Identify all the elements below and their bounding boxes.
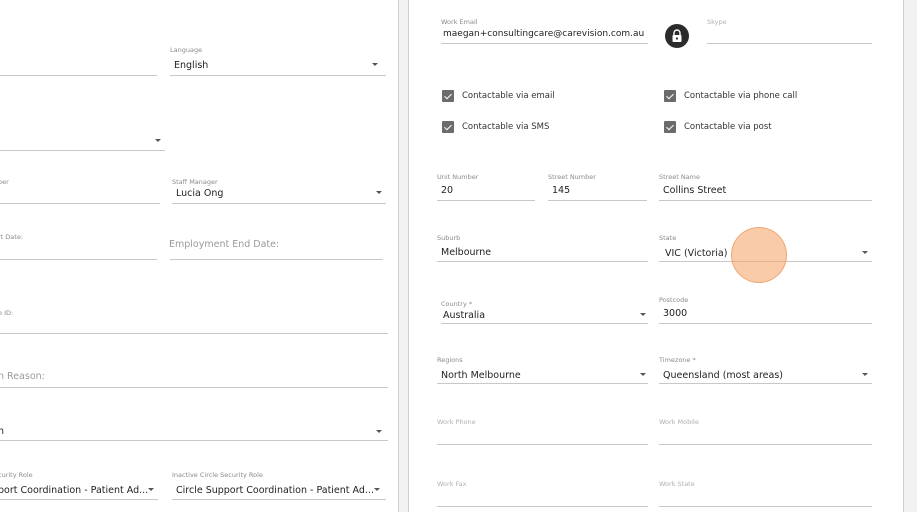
state-label: State [659,234,677,242]
right-form-panel: Work Email maegan+consultingcare@carevis… [408,0,904,512]
contactable-post-checkbox[interactable] [664,121,676,133]
street-name-label: Street Name [659,173,700,181]
work-email-label: Work Email [441,18,478,26]
security-role-select[interactable]: curity Role port Coordination - Patient … [0,471,158,500]
lock-button[interactable] [665,24,689,48]
work-fax-field[interactable]: Work Fax [437,480,648,507]
contactable-email-checkbox[interactable] [442,90,454,102]
street-name-field[interactable]: Street Name Collins Street [659,173,872,201]
postcode-value: 3000 [663,308,688,319]
street-number-field[interactable]: Street Number 145 [548,173,647,201]
security-role-value: port Coordination - Patient Ad... [0,485,149,496]
id-field[interactable]: e ID: [0,309,388,334]
chevron-down-icon [376,191,382,194]
country-value: Australia [443,310,486,321]
skype-field[interactable]: Skype [707,18,872,44]
suburb-value: Melbourne [441,247,492,258]
skype-label: Skype [707,18,727,26]
timezone-value: Queensland (most areas) [663,370,783,381]
reason-field[interactable]: n Reason: [0,368,388,388]
language-select[interactable]: Language English [170,46,386,76]
security-role-label: curity Role [0,471,33,479]
state-value: VIC (Victoria) [665,248,728,259]
country-label: Country * [441,300,473,308]
suburb-field[interactable]: Suburb Melbourne [437,234,648,262]
postcode-label: Postcode [659,296,689,304]
chevron-down-icon [862,373,868,376]
cursor-highlight [731,227,787,283]
lock-icon [672,29,682,42]
top-left-field[interactable] [0,60,157,76]
page: Language English ber Staff Manager Lucia… [0,0,917,512]
work-phone-field[interactable]: Work Phone [437,418,648,445]
inactive-security-role-label: Inactive Circle Security Role [172,471,263,479]
country-select[interactable]: Country * Australia [441,300,648,324]
inactive-security-role-value: Circle Support Coordination - Patient Ad… [176,485,374,496]
chevron-down-icon [640,373,646,376]
number-field[interactable]: ber [0,178,160,204]
scrollbar-track[interactable] [904,0,917,512]
staff-manager-select[interactable]: Staff Manager Lucia Ong [172,178,386,204]
contactable-sms-checkbox[interactable] [442,121,454,133]
unit-number-value: 20 [441,185,454,196]
chevron-down-icon [372,63,378,66]
partial-select[interactable]: h [0,424,388,441]
work-email-value: maegan+consultingcare@carevision.com.au [443,29,645,39]
street-name-value: Collins Street [663,185,727,196]
timezone-label: Timezone * [659,356,696,364]
reason-placeholder: n Reason: [0,371,45,382]
work-mobile-field[interactable]: Work Mobile [659,418,872,445]
chevron-down-icon [148,488,154,491]
partial-dropdown[interactable] [0,134,165,151]
work-email-field[interactable]: Work Email maegan+consultingcare@carevis… [441,18,648,44]
staff-manager-label: Staff Manager [172,178,218,186]
contactable-email-label: Contactable via email [462,91,555,101]
work-state-field[interactable]: Work State [659,480,872,507]
postcode-field[interactable]: Postcode 3000 [659,296,872,324]
chevron-down-icon [376,430,382,433]
start-date-field[interactable]: rt Date: [0,233,157,260]
chevron-down-icon [862,251,868,254]
unit-number-label: Unit Number [437,173,479,181]
contactable-phone-label: Contactable via phone call [684,91,798,101]
contactable-phone-checkbox[interactable] [664,90,676,102]
inactive-security-role-select[interactable]: Inactive Circle Security Role Circle Sup… [172,471,386,500]
work-fax-label: Work Fax [437,480,467,488]
left-form-panel: Language English ber Staff Manager Lucia… [0,0,399,512]
employment-end-date-placeholder: Employment End Date: [169,239,280,250]
contactable-post-label: Contactable via post [684,122,772,132]
employment-end-date-field[interactable]: Employment End Date: [169,233,383,260]
chevron-down-icon [640,313,646,316]
staff-manager-value: Lucia Ong [176,188,224,199]
contactable-sms-label: Contactable via SMS [462,122,550,132]
timezone-select[interactable]: Timezone * Queensland (most areas) [659,356,872,384]
regions-value: North Melbourne [441,370,521,381]
language-value: English [174,60,209,71]
start-date-label: rt Date: [0,233,24,241]
number-label: ber [0,178,9,186]
regions-label: Regions [437,356,463,364]
language-label: Language [170,46,203,54]
chevron-down-icon [374,488,380,491]
unit-number-field[interactable]: Unit Number 20 [437,173,535,201]
regions-select[interactable]: Regions North Melbourne [437,356,648,384]
work-mobile-label: Work Mobile [659,418,699,426]
work-phone-label: Work Phone [437,418,476,426]
work-state-label: Work State [659,480,695,488]
chevron-down-icon [155,139,161,142]
id-label: e ID: [0,309,14,317]
partial-select-value: h [0,426,5,437]
suburb-label: Suburb [437,234,461,242]
street-number-label: Street Number [548,173,596,181]
street-number-value: 145 [552,185,571,196]
